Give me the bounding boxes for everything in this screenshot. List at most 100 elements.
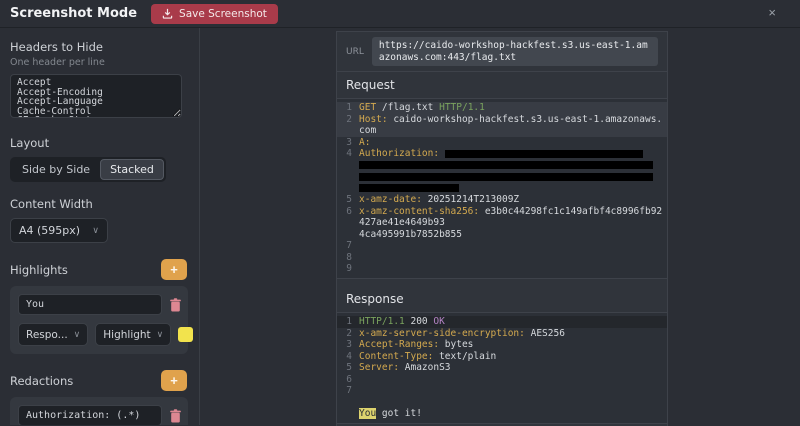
code-text <box>359 183 667 195</box>
line-number: 5 <box>337 194 359 206</box>
code-token: x-amz-content-sha256: <box>359 206 479 217</box>
code-line: 2Host: caido-workshop-hackfest.s3.us-eas… <box>337 114 667 137</box>
url-value[interactable]: https://caido-workshop-hackfest.s3.us-ea… <box>372 37 658 66</box>
redaction-pattern-input[interactable] <box>18 405 162 425</box>
code-line <box>337 183 667 195</box>
page-title: Screenshot Mode <box>10 6 137 21</box>
code-token: 200 <box>405 316 434 327</box>
line-number: 7 <box>337 385 359 397</box>
request-editor[interactable]: 1GET /flag.txt HTTP/1.12Host: caido-work… <box>337 99 667 278</box>
request-section-title: Request <box>337 72 667 99</box>
code-line: 3A: <box>337 137 667 149</box>
code-text: Host: caido-workshop-hackfest.s3.us-east… <box>359 114 667 137</box>
content-width-label: Content Width <box>10 197 187 211</box>
line-number: 2 <box>337 328 359 340</box>
code-token: Server: <box>359 362 399 373</box>
url-label: URL <box>346 47 364 57</box>
line-number <box>337 171 359 183</box>
chevron-down-icon: ∨ <box>92 226 99 236</box>
code-line: 2x-amz-server-side-encryption: AES256 <box>337 328 667 340</box>
code-line: You got it! <box>337 408 667 420</box>
headers-to-hide-hint: One header per line <box>10 57 187 68</box>
redactions-header: Redactions + <box>10 370 187 391</box>
trash-icon[interactable] <box>169 409 182 423</box>
code-text: x-amz-date: 20251214T213009Z <box>359 194 667 206</box>
code-line: 8 <box>337 252 667 264</box>
code-text: You got it! <box>359 408 667 420</box>
code-token: A: <box>359 137 370 148</box>
line-number: 6 <box>337 374 359 386</box>
code-text <box>359 263 667 275</box>
url-row: URL https://caido-workshop-hackfest.s3.u… <box>337 32 667 72</box>
code-token: HTTP/1.1 <box>439 102 485 113</box>
content-width-select[interactable]: A4 (595px) ∨ <box>10 218 108 243</box>
save-screenshot-button[interactable]: Save Screenshot <box>151 4 278 24</box>
add-redaction-button[interactable]: + <box>161 370 187 391</box>
layout-label: Layout <box>10 136 187 150</box>
code-text <box>359 374 667 386</box>
code-line: 5Server: AmazonS3 <box>337 362 667 374</box>
code-line: 7 <box>337 385 667 397</box>
line-number: 6 <box>337 206 359 229</box>
line-number: 2 <box>337 114 359 137</box>
code-text <box>359 252 667 264</box>
code-text: GET /flag.txt HTTP/1.1 <box>359 102 667 114</box>
section-divider <box>337 278 667 287</box>
layout-option-side-by-side[interactable]: Side by Side <box>12 159 100 180</box>
code-token: bytes <box>439 339 473 350</box>
code-line: 5x-amz-date: 20251214T213009Z <box>337 194 667 206</box>
highlight-color-swatch[interactable] <box>178 327 193 342</box>
headers-to-hide-textarea[interactable]: Accept Accept-Encoding Accept-Language C… <box>10 74 182 118</box>
sidebar: Headers to Hide One header per line Acce… <box>0 28 200 425</box>
code-text: Server: AmazonS3 <box>359 362 667 374</box>
code-token: AES256 <box>525 328 565 339</box>
main-area: URL https://caido-workshop-hackfest.s3.u… <box>200 28 800 425</box>
code-token: GET <box>359 102 376 113</box>
code-token: Accept-Ranges: <box>359 339 439 350</box>
save-screenshot-label: Save Screenshot <box>179 8 267 20</box>
line-number <box>337 183 359 195</box>
line-number <box>337 229 359 241</box>
response-section-title: Response <box>337 286 667 313</box>
code-line: 9 <box>337 263 667 275</box>
code-text: x-amz-server-side-encryption: AES256 <box>359 328 667 340</box>
code-token: 20251214T213009Z <box>422 194 519 205</box>
code-text: Content-Type: text/plain <box>359 351 667 363</box>
code-token: /flag.txt <box>376 102 439 113</box>
code-line: 6 <box>337 374 667 386</box>
code-line: 4Content-Type: text/plain <box>337 351 667 363</box>
highlight-pattern-input[interactable] <box>18 294 162 315</box>
close-icon[interactable]: × <box>768 6 776 20</box>
code-token: Host: <box>359 114 388 125</box>
highlight-style-select[interactable]: Highlight ∨ <box>95 323 171 346</box>
code-text <box>359 171 667 183</box>
highlight-scope-select[interactable]: Respo... ∨ <box>18 323 88 346</box>
code-token: caido-workshop-hackfest.s3.us-east-1.ama… <box>359 114 662 137</box>
code-text: Authorization: <box>359 148 667 160</box>
trash-icon[interactable] <box>169 298 182 312</box>
line-number: 1 <box>337 102 359 114</box>
line-number: 3 <box>337 339 359 351</box>
code-text <box>359 240 667 252</box>
download-icon <box>162 8 173 19</box>
layout-option-stacked[interactable]: Stacked <box>100 159 164 180</box>
redacted-bar <box>359 173 653 181</box>
highlight-style-value: Highlight <box>103 329 150 341</box>
layout-toggle-group: Side by Side Stacked <box>10 157 166 182</box>
code-token: You <box>359 408 376 419</box>
redacted-bar <box>445 150 643 158</box>
code-token: HTTP/1.1 <box>359 316 405 327</box>
code-line <box>337 160 667 172</box>
line-number: 9 <box>337 263 359 275</box>
code-token: got it! <box>376 408 422 419</box>
line-number: 7 <box>337 240 359 252</box>
response-editor[interactable]: 1HTTP/1.1 200 OK2x-amz-server-side-encry… <box>337 313 667 424</box>
code-text <box>359 160 667 172</box>
code-token: x-amz-date: <box>359 194 422 205</box>
redacted-bar <box>359 184 459 192</box>
code-token: OK <box>433 316 444 327</box>
code-text: 4ca495991b7852b855 <box>359 229 667 241</box>
line-number: 1 <box>337 316 359 328</box>
add-highlight-button[interactable]: + <box>161 259 187 280</box>
code-line: 4ca495991b7852b855 <box>337 229 667 241</box>
